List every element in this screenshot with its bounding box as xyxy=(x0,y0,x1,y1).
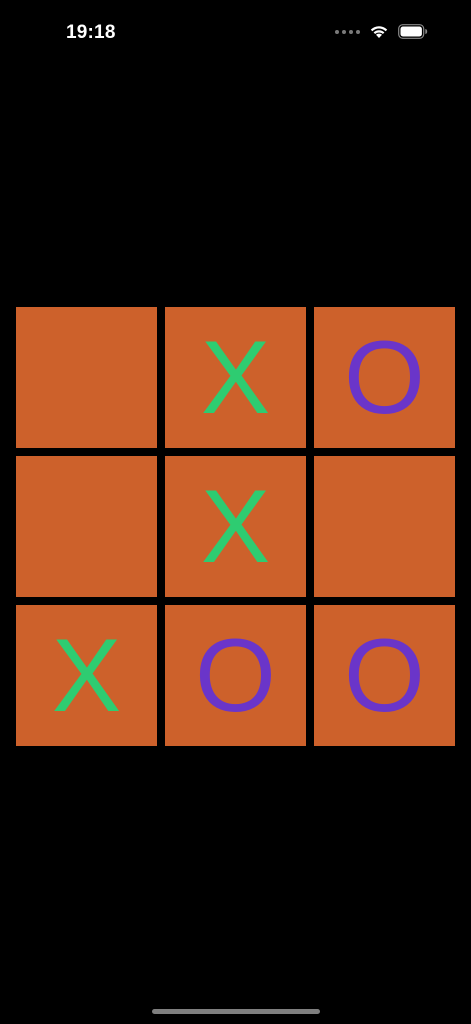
cell-mark: X xyxy=(51,617,122,734)
status-icons xyxy=(335,24,428,39)
board-cell-r1c1[interactable] xyxy=(16,307,157,448)
cell-mark: O xyxy=(195,617,276,734)
board-cell-r2c3[interactable] xyxy=(314,456,455,597)
board-cell-r3c3[interactable]: O xyxy=(314,605,455,746)
board-cell-r3c2[interactable]: O xyxy=(165,605,306,746)
game-screen: 19:18 X O X X O O xyxy=(0,0,471,1024)
board-cell-r1c3[interactable]: O xyxy=(314,307,455,448)
cell-mark: O xyxy=(344,617,425,734)
cell-mark: O xyxy=(344,319,425,436)
status-time: 19:18 xyxy=(66,22,116,43)
tic-tac-toe-board: X O X X O O xyxy=(16,307,455,746)
battery-icon xyxy=(398,24,428,39)
signal-dots-icon xyxy=(335,29,360,34)
board-cell-r1c2[interactable]: X xyxy=(165,307,306,448)
board-cell-r2c1[interactable] xyxy=(16,456,157,597)
cell-mark: X xyxy=(200,319,271,436)
home-indicator[interactable] xyxy=(152,1009,320,1014)
status-bar: 19:18 xyxy=(0,0,471,70)
cell-mark: X xyxy=(200,468,271,585)
board-cell-r3c1[interactable]: X xyxy=(16,605,157,746)
board-cell-r2c2[interactable]: X xyxy=(165,456,306,597)
wifi-icon xyxy=(369,24,389,39)
